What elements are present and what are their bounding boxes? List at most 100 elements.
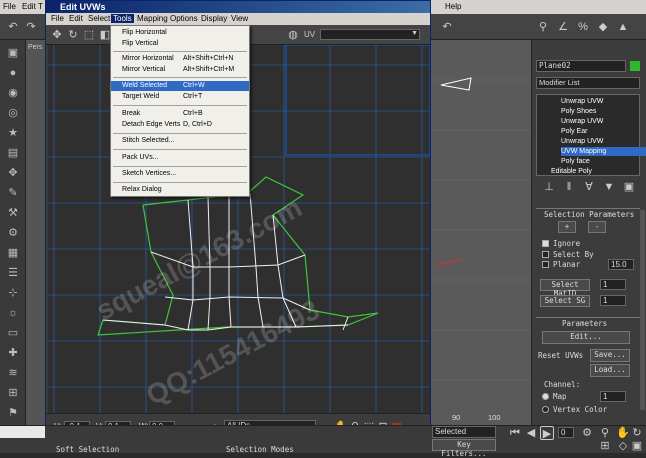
menu-item-mirror-horizontal[interactable]: Mirror Horizontal Alt+Shift+Ctrl+N — [111, 54, 249, 64]
camera-icon[interactable]: ▭ — [5, 326, 21, 340]
edit-button[interactable]: Edit... — [542, 331, 630, 344]
stack-item[interactable]: Poly face — [561, 157, 646, 166]
uvw-menu-options[interactable]: Options — [168, 14, 200, 23]
select-by-checkbox[interactable] — [542, 251, 549, 258]
wrench-icon[interactable]: ⚒ — [5, 206, 21, 220]
helper-icon[interactable]: ✚ — [5, 346, 21, 360]
stack-item[interactable]: Unwrap UVW — [561, 97, 646, 106]
maxscript-listener[interactable] — [0, 426, 45, 438]
move-tool-icon[interactable]: ✥ — [50, 28, 64, 42]
reset-uvws-label[interactable]: Reset UVWs — [538, 351, 583, 360]
panel-scrollbar[interactable] — [640, 210, 645, 410]
configure-sets-icon[interactable]: ▣ — [622, 180, 636, 194]
sg-field[interactable]: 1 — [600, 295, 626, 306]
map-channel-field[interactable]: 1 — [600, 391, 626, 402]
map-dropdown[interactable]: ▼ — [320, 29, 420, 40]
menu-item-relax-dialog[interactable]: Relax Dialog — [111, 185, 249, 195]
menu-item-weld-selected[interactable]: Weld Selected Ctrl+W — [111, 81, 249, 91]
maximize-viewport-icon[interactable]: ▣ — [630, 439, 644, 453]
map-radio[interactable] — [542, 393, 549, 400]
star-icon[interactable]: ★ — [5, 126, 21, 140]
menu-item-pack-uvs[interactable]: Pack UVs... — [111, 153, 249, 163]
stack-item[interactable]: Unwrap UVW — [561, 117, 646, 126]
gear-icon[interactable]: ⚙ — [5, 226, 21, 240]
menu-item-break[interactable]: Break Ctrl+B — [111, 109, 249, 119]
menu-item-stitch-selected[interactable]: Stitch Selected... — [111, 136, 249, 146]
ignore-checkbox[interactable] — [542, 240, 549, 247]
pen-icon[interactable]: ✎ — [5, 186, 21, 200]
vertex-color-radio[interactable] — [542, 406, 549, 413]
play-icon[interactable]: ▶ — [540, 426, 554, 440]
utility-icon[interactable]: ⚑ — [5, 406, 21, 420]
show-end-result-icon[interactable]: ‖ — [562, 180, 576, 194]
uvw-menu-file[interactable]: File — [49, 14, 66, 23]
menu-item-mirror-vertical[interactable]: Mirror Vertical Alt+Shift+Ctrl+M — [111, 65, 249, 75]
stack-item-selected[interactable]: UVW Mapping — [561, 147, 646, 156]
uvw-menu-select[interactable]: Select — [86, 14, 112, 23]
layers-icon[interactable]: ☰ — [5, 266, 21, 280]
host-menu-edit[interactable]: Edit — [22, 2, 36, 11]
pan-viewport-icon[interactable]: ✋ — [616, 426, 630, 440]
current-frame-field[interactable]: 0 — [558, 427, 574, 438]
grow-selection-button[interactable]: + — [558, 221, 576, 233]
go-to-start-icon[interactable]: ⏮ — [508, 426, 522, 440]
planar-checkbox[interactable] — [542, 261, 549, 268]
stack-item[interactable]: Unwrap UVW — [561, 137, 646, 146]
remove-modifier-icon[interactable]: ▼ — [602, 180, 616, 194]
light-icon[interactable]: ☼ — [5, 306, 21, 320]
matid-field[interactable]: 1 — [600, 279, 626, 290]
uvw-menu-tools[interactable]: Tools — [111, 14, 134, 23]
parameters-rollout[interactable]: Parameters — [536, 317, 640, 328]
select-sg-button[interactable]: Select SG — [540, 295, 590, 307]
uvw-menu-mapping[interactable]: Mapping — [135, 14, 170, 23]
uvw-menu-view[interactable]: View — [229, 14, 250, 23]
torus-icon[interactable]: ◎ — [5, 106, 21, 120]
stack-item[interactable]: Poly Shoes — [561, 107, 646, 116]
menu-item-flip-vertical[interactable]: Flip Vertical — [111, 39, 249, 49]
host-menu-help[interactable]: Help — [445, 2, 461, 11]
bones-icon[interactable]: ⊹ — [5, 286, 21, 300]
scene-viewport[interactable] — [431, 40, 531, 425]
shrink-selection-button[interactable]: - — [588, 221, 606, 233]
planar-angle-field[interactable]: 15.0 — [608, 259, 634, 270]
selection-parameters-rollout[interactable]: Selection Parameters — [536, 208, 640, 219]
scale-tool-icon[interactable]: ⬚ — [82, 28, 96, 42]
systems-icon[interactable]: ⊞ — [5, 386, 21, 400]
stack-item[interactable]: Editable Poly — [551, 167, 646, 176]
rotate-tool-icon[interactable]: ↻ — [66, 28, 80, 42]
undo-icon-right[interactable]: ↶ — [440, 20, 454, 34]
menu-item-target-weld[interactable]: Target Weld Ctrl+T — [111, 92, 249, 102]
mirror-icon[interactable]: ▲ — [616, 20, 630, 34]
redo-icon[interactable]: ↷ — [24, 20, 38, 34]
object-name-field[interactable]: Plane02 — [536, 60, 626, 72]
snap-icon[interactable]: ⚲ — [536, 20, 550, 34]
move-icon[interactable]: ✥ — [5, 166, 21, 180]
time-config-icon[interactable]: ⚙ — [580, 426, 594, 440]
selection-set-field[interactable]: Selected — [432, 426, 496, 438]
host-menu-tools[interactable]: T — [38, 2, 43, 11]
spinner-snap-icon[interactable]: ◆ — [596, 20, 610, 34]
sphere-icon[interactable]: ● — [5, 66, 21, 80]
uvw-menu-edit[interactable]: Edit — [67, 14, 85, 23]
angle-snap-icon[interactable]: ∠ — [556, 20, 570, 34]
box-icon[interactable]: ▤ — [5, 146, 21, 160]
create-icon[interactable]: ▣ — [5, 46, 21, 60]
space-warp-icon[interactable]: ≋ — [5, 366, 21, 380]
save-button[interactable]: Save... — [590, 349, 630, 362]
uvw-menu-display[interactable]: Display — [199, 14, 229, 23]
percent-snap-icon[interactable]: % — [576, 20, 590, 34]
object-color-swatch[interactable] — [630, 61, 640, 71]
grid-icon[interactable]: ▦ — [5, 246, 21, 260]
prev-frame-icon[interactable]: ◀ — [524, 426, 538, 440]
menu-item-detach-edge-verts[interactable]: Detach Edge Verts D, Ctrl+D — [111, 120, 249, 130]
load-button[interactable]: Load... — [590, 364, 630, 377]
stack-item[interactable]: Poly Ear — [561, 127, 646, 136]
undo-icon[interactable]: ↶ — [6, 20, 20, 34]
texture-sphere-icon[interactable]: ◍ — [286, 28, 300, 42]
orbit-icon[interactable]: ↻ — [630, 426, 644, 440]
select-matid-button[interactable]: Select MatID — [540, 279, 590, 298]
key-filters-button[interactable]: Key Filters... — [432, 439, 496, 458]
cylinder-icon[interactable]: ◉ — [5, 86, 21, 100]
zoom-all-icon[interactable]: ⊞ — [598, 439, 612, 453]
make-unique-icon[interactable]: ∀ — [582, 180, 596, 194]
